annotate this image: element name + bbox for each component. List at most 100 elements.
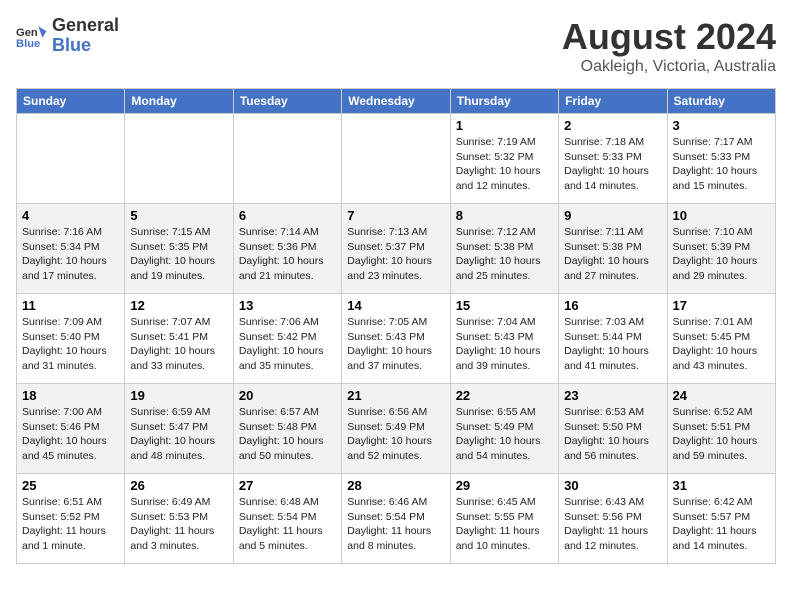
- month-year: August 2024: [562, 16, 776, 58]
- day-number: 15: [456, 298, 553, 313]
- day-number: 28: [347, 478, 444, 493]
- day-number: 14: [347, 298, 444, 313]
- day-number: 1: [456, 118, 553, 133]
- calendar: SundayMondayTuesdayWednesdayThursdayFrid…: [16, 88, 776, 564]
- day-info: Sunrise: 6:46 AM Sunset: 5:54 PM Dayligh…: [347, 495, 444, 554]
- day-info: Sunrise: 7:03 AM Sunset: 5:44 PM Dayligh…: [564, 315, 661, 374]
- day-info: Sunrise: 6:56 AM Sunset: 5:49 PM Dayligh…: [347, 405, 444, 464]
- calendar-cell: 22Sunrise: 6:55 AM Sunset: 5:49 PM Dayli…: [450, 384, 558, 474]
- day-info: Sunrise: 7:12 AM Sunset: 5:38 PM Dayligh…: [456, 225, 553, 284]
- calendar-cell: 4 Sunrise: 7:16 AM Sunset: 5:34 PM Daylig…: [17, 204, 125, 294]
- weekday-header: Saturday: [667, 89, 775, 114]
- day-number: 26: [130, 478, 227, 493]
- day-number: 20: [239, 388, 336, 403]
- day-number: 29: [456, 478, 553, 493]
- calendar-cell: 1Sunrise: 7:19 AM Sunset: 5:32 PM Daylig…: [450, 114, 558, 204]
- calendar-cell: 3Sunrise: 7:17 AM Sunset: 5:33 PM Daylig…: [667, 114, 775, 204]
- day-number: 12: [130, 298, 227, 313]
- logo-line1: General: [52, 16, 119, 36]
- calendar-cell: 16 Sunrise: 7:03 AM Sunset: 5:44 PM Dayli…: [559, 294, 667, 384]
- calendar-cell: 30Sunrise: 6:43 AM Sunset: 5:56 PM Dayli…: [559, 474, 667, 564]
- weekday-header: Sunday: [17, 89, 125, 114]
- day-info: Sunrise: 6:53 AM Sunset: 5:50 PM Dayligh…: [564, 405, 661, 464]
- weekday-header: Friday: [559, 89, 667, 114]
- day-number: 17: [673, 298, 770, 313]
- day-number: 30: [564, 478, 661, 493]
- calendar-week-row: 18Sunrise: 7:00 AM Sunset: 5:46 PM Dayli…: [17, 384, 776, 474]
- calendar-cell: [233, 114, 341, 204]
- calendar-week-row: 1Sunrise: 7:19 AM Sunset: 5:32 PM Daylig…: [17, 114, 776, 204]
- day-number: 21: [347, 388, 444, 403]
- svg-text:Blue: Blue: [16, 38, 40, 50]
- calendar-cell: [342, 114, 450, 204]
- calendar-cell: 9Sunrise: 7:11 AM Sunset: 5:38 PM Daylig…: [559, 204, 667, 294]
- weekday-header: Thursday: [450, 89, 558, 114]
- day-number: 6: [239, 208, 336, 223]
- calendar-cell: 2 Sunrise: 7:18 AM Sunset: 5:33 PM Daylig…: [559, 114, 667, 204]
- day-number: 31: [673, 478, 770, 493]
- calendar-cell: 6 Sunrise: 7:14 AM Sunset: 5:36 PM Daylig…: [233, 204, 341, 294]
- calendar-cell: 20 Sunrise: 6:57 AM Sunset: 5:48 PM Dayli…: [233, 384, 341, 474]
- day-info: Sunrise: 7:09 AM Sunset: 5:40 PM Dayligh…: [22, 315, 119, 374]
- calendar-week-row: 25 Sunrise: 6:51 AM Sunset: 5:52 PM Dayli…: [17, 474, 776, 564]
- day-info: Sunrise: 7:01 AM Sunset: 5:45 PM Dayligh…: [673, 315, 770, 374]
- calendar-cell: 25 Sunrise: 6:51 AM Sunset: 5:52 PM Dayli…: [17, 474, 125, 564]
- calendar-cell: 29Sunrise: 6:45 AM Sunset: 5:55 PM Dayli…: [450, 474, 558, 564]
- calendar-cell: 19 Sunrise: 6:59 AM Sunset: 5:47 PM Dayli…: [125, 384, 233, 474]
- calendar-cell: 17 Sunrise: 7:01 AM Sunset: 5:45 PM Dayli…: [667, 294, 775, 384]
- day-info: Sunrise: 6:57 AM Sunset: 5:48 PM Dayligh…: [239, 405, 336, 464]
- day-number: 19: [130, 388, 227, 403]
- calendar-header-row: SundayMondayTuesdayWednesdayThursdayFrid…: [17, 89, 776, 114]
- calendar-cell: [125, 114, 233, 204]
- calendar-cell: 15 Sunrise: 7:04 AM Sunset: 5:43 PM Dayli…: [450, 294, 558, 384]
- day-number: 8: [456, 208, 553, 223]
- day-info: Sunrise: 6:48 AM Sunset: 5:54 PM Dayligh…: [239, 495, 336, 554]
- day-info: Sunrise: 7:16 AM Sunset: 5:34 PM Dayligh…: [22, 225, 119, 284]
- calendar-cell: 24 Sunrise: 6:52 AM Sunset: 5:51 PM Dayli…: [667, 384, 775, 474]
- calendar-cell: 10Sunrise: 7:10 AM Sunset: 5:39 PM Dayli…: [667, 204, 775, 294]
- weekday-header: Tuesday: [233, 89, 341, 114]
- day-info: Sunrise: 6:51 AM Sunset: 5:52 PM Dayligh…: [22, 495, 119, 554]
- calendar-cell: 21 Sunrise: 6:56 AM Sunset: 5:49 PM Dayli…: [342, 384, 450, 474]
- day-info: Sunrise: 7:07 AM Sunset: 5:41 PM Dayligh…: [130, 315, 227, 374]
- day-info: Sunrise: 7:18 AM Sunset: 5:33 PM Dayligh…: [564, 135, 661, 194]
- logo-icon: Gen Blue: [16, 20, 48, 52]
- day-number: 16: [564, 298, 661, 313]
- calendar-cell: 12 Sunrise: 7:07 AM Sunset: 5:41 PM Dayli…: [125, 294, 233, 384]
- day-info: Sunrise: 6:55 AM Sunset: 5:49 PM Dayligh…: [456, 405, 553, 464]
- day-info: Sunrise: 7:06 AM Sunset: 5:42 PM Dayligh…: [239, 315, 336, 374]
- calendar-week-row: 4 Sunrise: 7:16 AM Sunset: 5:34 PM Daylig…: [17, 204, 776, 294]
- logo-text: General Blue: [52, 16, 119, 56]
- day-info: Sunrise: 7:13 AM Sunset: 5:37 PM Dayligh…: [347, 225, 444, 284]
- day-info: Sunrise: 6:59 AM Sunset: 5:47 PM Dayligh…: [130, 405, 227, 464]
- weekday-header: Wednesday: [342, 89, 450, 114]
- location: Oakleigh, Victoria, Australia: [562, 58, 776, 76]
- day-number: 13: [239, 298, 336, 313]
- calendar-cell: 27 Sunrise: 6:48 AM Sunset: 5:54 PM Dayli…: [233, 474, 341, 564]
- calendar-cell: 26 Sunrise: 6:49 AM Sunset: 5:53 PM Dayli…: [125, 474, 233, 564]
- calendar-cell: 13 Sunrise: 7:06 AM Sunset: 5:42 PM Dayli…: [233, 294, 341, 384]
- day-number: 3: [673, 118, 770, 133]
- day-number: 10: [673, 208, 770, 223]
- day-number: 4: [22, 208, 119, 223]
- day-number: 24: [673, 388, 770, 403]
- day-info: Sunrise: 6:49 AM Sunset: 5:53 PM Dayligh…: [130, 495, 227, 554]
- svg-text:Gen: Gen: [16, 27, 38, 39]
- day-info: Sunrise: 6:52 AM Sunset: 5:51 PM Dayligh…: [673, 405, 770, 464]
- calendar-cell: 28 Sunrise: 6:46 AM Sunset: 5:54 PM Dayli…: [342, 474, 450, 564]
- day-number: 2: [564, 118, 661, 133]
- calendar-cell: 14 Sunrise: 7:05 AM Sunset: 5:43 PM Dayli…: [342, 294, 450, 384]
- day-number: 25: [22, 478, 119, 493]
- day-info: Sunrise: 7:14 AM Sunset: 5:36 PM Dayligh…: [239, 225, 336, 284]
- calendar-cell: 23Sunrise: 6:53 AM Sunset: 5:50 PM Dayli…: [559, 384, 667, 474]
- day-number: 7: [347, 208, 444, 223]
- page-header: Gen Blue General Blue August 2024 Oaklei…: [16, 16, 776, 76]
- day-number: 27: [239, 478, 336, 493]
- day-number: 11: [22, 298, 119, 313]
- day-info: Sunrise: 7:11 AM Sunset: 5:38 PM Dayligh…: [564, 225, 661, 284]
- calendar-cell: 11 Sunrise: 7:09 AM Sunset: 5:40 PM Dayli…: [17, 294, 125, 384]
- day-info: Sunrise: 7:04 AM Sunset: 5:43 PM Dayligh…: [456, 315, 553, 374]
- day-number: 5: [130, 208, 227, 223]
- calendar-cell: 31Sunrise: 6:42 AM Sunset: 5:57 PM Dayli…: [667, 474, 775, 564]
- day-info: Sunrise: 7:05 AM Sunset: 5:43 PM Dayligh…: [347, 315, 444, 374]
